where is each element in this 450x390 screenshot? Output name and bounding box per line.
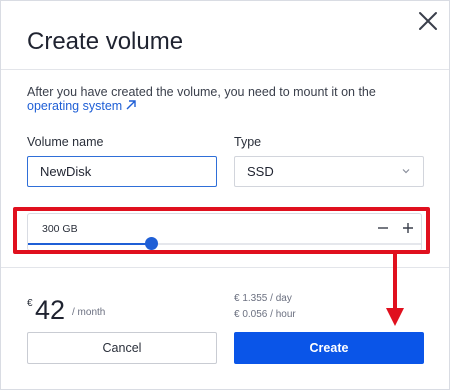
info-text: After you have created the volume, you n… [27, 85, 422, 114]
cancel-button[interactable]: Cancel [27, 332, 217, 364]
price-per-hour: € 0.056 / hour [234, 309, 296, 320]
dialog-title: Create volume [27, 28, 184, 55]
price-per-day: € 1.355 / day [234, 293, 292, 304]
chevron-down-icon [401, 164, 411, 179]
info-text-body: After you have created the volume, you n… [27, 85, 376, 99]
annotation-highlight-box [13, 207, 430, 254]
price-amount: 42 [35, 295, 66, 325]
volume-name-label: Volume name [27, 135, 104, 149]
type-label: Type [234, 135, 262, 149]
price-currency: € [27, 298, 33, 309]
type-selected-value: SSD [247, 164, 274, 179]
volume-name-input[interactable]: NewDisk [27, 156, 217, 187]
create-volume-dialog: Create volume After you have created the… [0, 0, 450, 390]
arrow-down-icon [386, 252, 404, 326]
create-button[interactable]: Create [234, 332, 424, 364]
operating-system-link[interactable]: operating system [27, 99, 137, 113]
type-select[interactable]: SSD [234, 156, 424, 187]
close-icon[interactable] [416, 9, 440, 33]
external-link-icon [125, 99, 137, 114]
volume-name-value: NewDisk [40, 164, 92, 179]
header-divider [1, 69, 449, 70]
price-period: / month [72, 307, 106, 318]
